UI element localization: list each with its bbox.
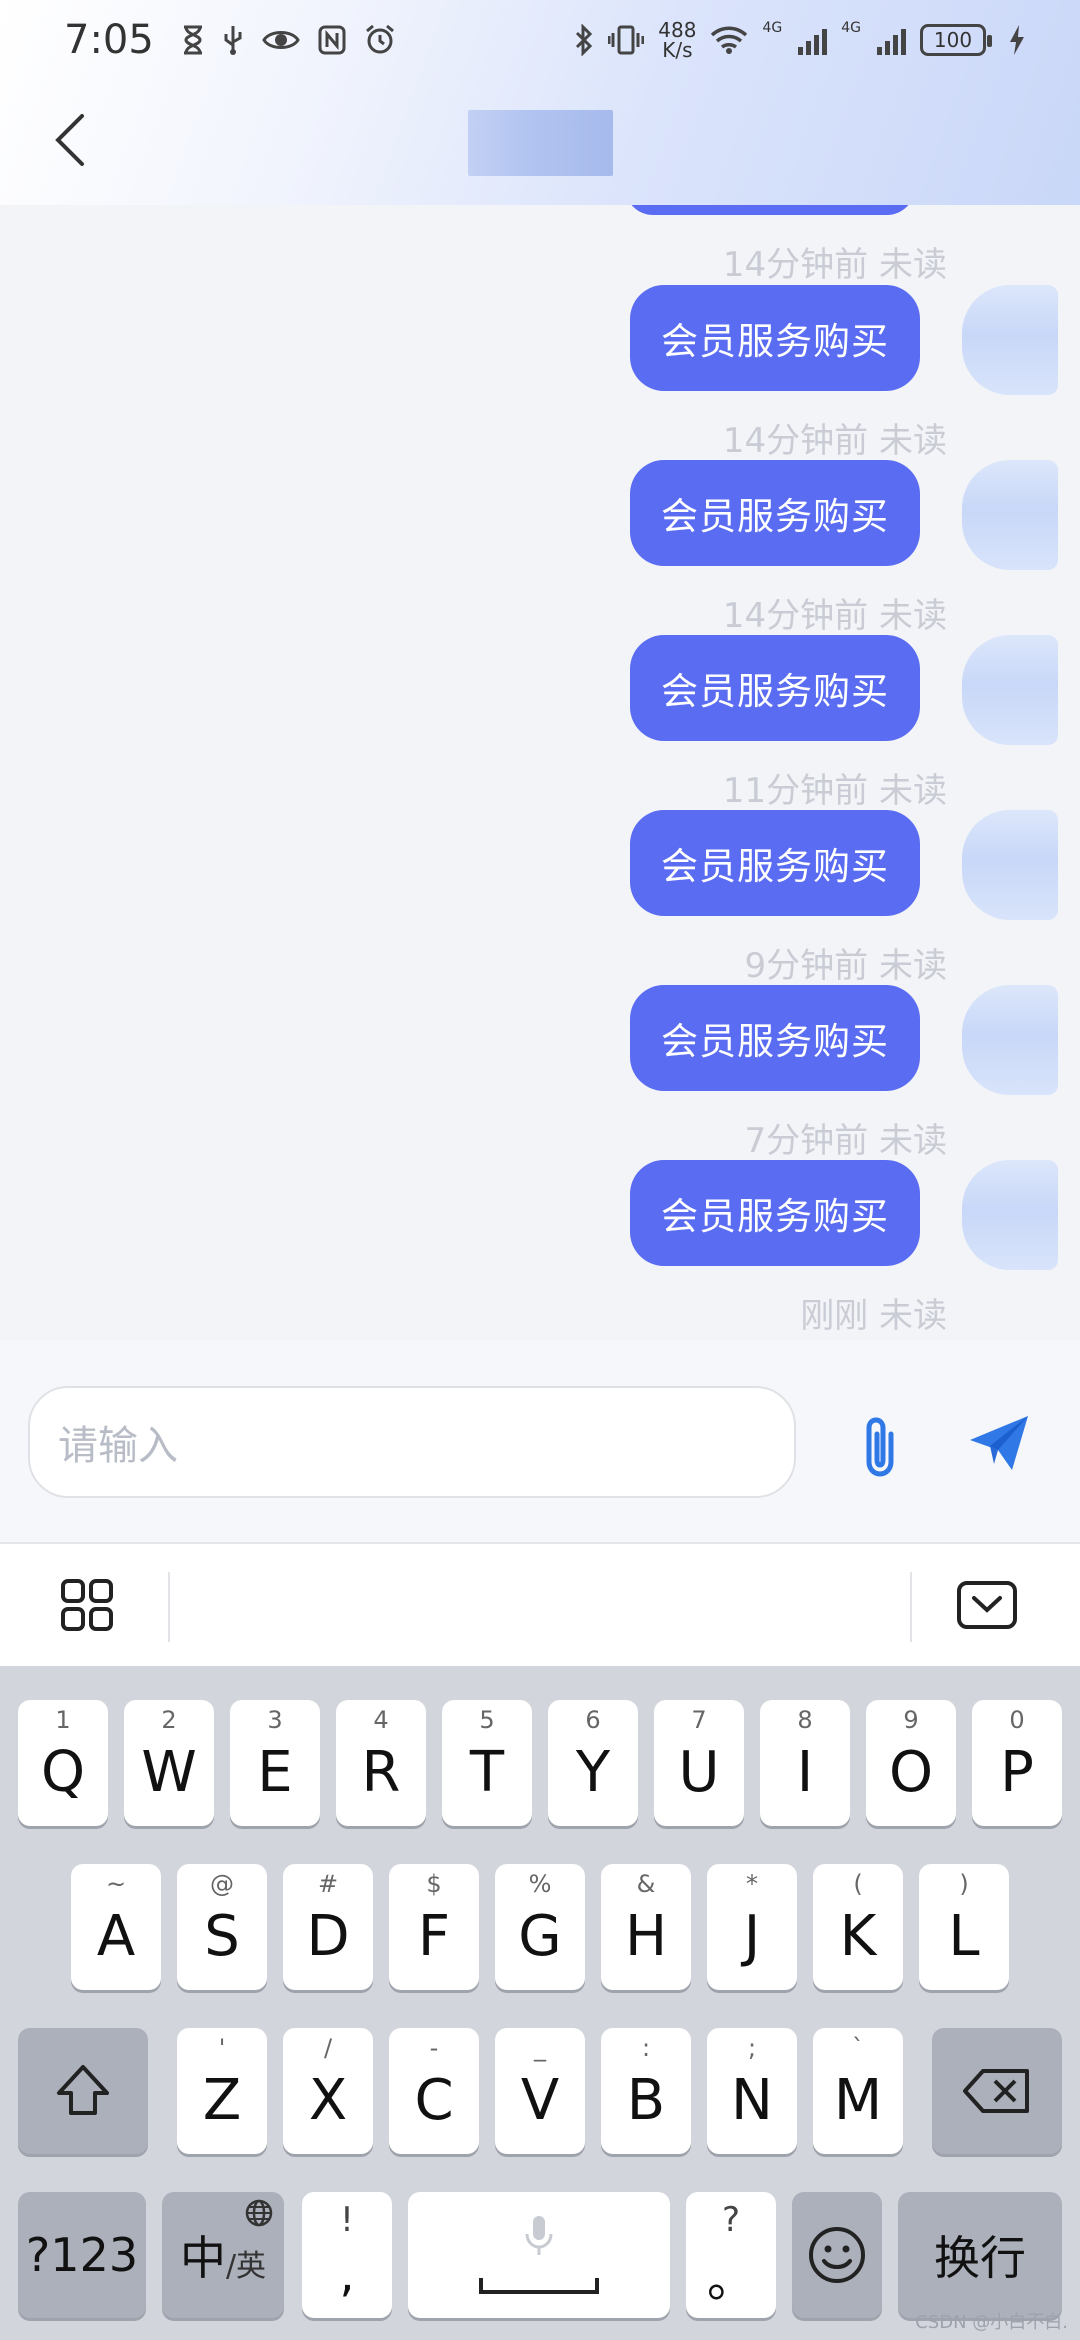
divider <box>910 1572 912 1642</box>
signal-icon <box>877 25 906 55</box>
globe-icon <box>245 2199 273 2227</box>
network-type-1: 4G <box>762 20 783 36</box>
divider <box>168 1572 170 1642</box>
message-bubble[interactable]: 会员服务购买 <box>630 285 920 391</box>
comma-key[interactable]: !, <box>302 2192 392 2318</box>
key-l[interactable]: ) L <box>919 1864 1009 1990</box>
key-t[interactable]: 5T <box>442 1700 532 1826</box>
enter-key[interactable]: 换行 <box>898 2192 1062 2318</box>
key-z[interactable]: ' Z <box>177 2028 267 2154</box>
avatar[interactable] <box>962 985 1058 1095</box>
message-bubble[interactable]: 会员服务购买 <box>630 985 920 1091</box>
key-a[interactable]: ~ A <box>71 1864 161 1990</box>
key-p[interactable]: 0P <box>972 1700 1062 1826</box>
key-u[interactable]: 7U <box>654 1700 744 1826</box>
watermark: CSDN @小白不白. <box>915 2312 1068 2333</box>
message-bubble[interactable]: 会员服务购买 <box>630 460 920 566</box>
key-f[interactable]: $ F <box>389 1864 479 1990</box>
message-status: 14分钟前 未读 <box>722 421 947 461</box>
symbols-key[interactable]: ?123 <box>18 2192 146 2318</box>
vibrate-icon <box>608 25 645 55</box>
send-icon[interactable] <box>968 1412 1030 1474</box>
key-h[interactable]: & H <box>601 1864 691 1990</box>
key-w[interactable]: 2W <box>124 1700 214 1826</box>
keyboard-toolbar <box>0 1542 1080 1666</box>
key-x[interactable]: / X <box>283 2028 373 2154</box>
key-n[interactable]: ; N <box>707 2028 797 2154</box>
key-v[interactable]: _ V <box>495 2028 585 2154</box>
signal-icon <box>798 25 828 55</box>
avatar[interactable] <box>962 635 1058 745</box>
key-o[interactable]: 9O <box>866 1700 956 1826</box>
key-k[interactable]: (K <box>813 1864 903 1990</box>
backspace-key[interactable] <box>932 2028 1062 2154</box>
message-status: 7分钟前 未读 <box>744 1121 947 1161</box>
back-button[interactable] <box>40 100 100 180</box>
message-bubble[interactable]: 会员服务购买 <box>630 1160 920 1266</box>
key-q[interactable]: 1Q <box>18 1700 108 1826</box>
message-bubble-partial[interactable] <box>625 205 915 215</box>
key-s[interactable]: @ S <box>177 1864 267 1990</box>
message-list[interactable]: 14分钟前 未读 会员服务购买 14分钟前 未读 会员服务购买 14分钟前 未读… <box>0 205 1080 1340</box>
smiley-icon <box>809 2227 865 2283</box>
paperclip-icon[interactable] <box>855 1412 905 1482</box>
message-status: 14分钟前 未读 <box>722 596 947 636</box>
hourglass-icon <box>183 25 202 55</box>
battery-icon: 100 <box>920 24 992 56</box>
page-title-redacted <box>468 110 613 176</box>
message-input-placeholder: 请输入 <box>58 1423 178 1469</box>
avatar[interactable] <box>962 1160 1058 1270</box>
avatar[interactable] <box>962 285 1058 395</box>
key-i[interactable]: 8I <box>760 1700 850 1826</box>
key-j[interactable]: * J <box>707 1864 797 1990</box>
keyboard: 1Q 2W 3E 4R 5T 6Y 7U 8I 9O 0P ~ A @ S # D $… <box>0 1666 1080 2340</box>
period-key[interactable]: ?。 <box>686 2192 776 2318</box>
key-m[interactable]: ` M <box>813 2028 903 2154</box>
clock: 7:05 <box>64 17 154 63</box>
backspace-icon <box>963 2069 1029 2113</box>
keyboard-hide-icon[interactable] <box>956 1580 1018 1630</box>
status-bar: 7:05 488 K/s 4G 4G 100 <box>0 0 1080 80</box>
network-type-2: 4G <box>841 20 861 36</box>
avatar[interactable] <box>962 810 1058 920</box>
message-bubble[interactable]: 会员服务购买 <box>630 810 920 916</box>
grid-icon[interactable] <box>60 1578 114 1632</box>
key-c[interactable]: -C <box>389 2028 479 2154</box>
nfc-icon <box>318 25 346 55</box>
space-key[interactable] <box>408 2192 670 2318</box>
key-y[interactable]: 6Y <box>548 1700 638 1826</box>
microphone-icon <box>525 2216 553 2255</box>
composer-bar: 请输入 <box>0 1340 1080 1542</box>
emoji-key[interactable] <box>792 2192 882 2318</box>
chevron-left-icon <box>55 114 84 166</box>
alarm-icon <box>365 24 394 54</box>
bluetooth-icon <box>576 24 593 56</box>
message-input[interactable]: 请输入 <box>28 1386 796 1498</box>
charging-icon <box>1010 25 1024 55</box>
avatar[interactable] <box>962 460 1058 570</box>
message-bubble[interactable]: 会员服务购买 <box>630 635 920 741</box>
message-status: 11分钟前 未读 <box>722 771 947 811</box>
wifi-icon <box>711 26 748 54</box>
message-status: 9分钟前 未读 <box>744 946 947 986</box>
language-switch-key[interactable]: 中/英 <box>162 2192 284 2318</box>
key-b[interactable]: :B <box>601 2028 691 2154</box>
message-status: 刚刚 未读 <box>800 1296 947 1336</box>
message-status: 14分钟前 未读 <box>722 245 947 285</box>
key-e[interactable]: 3E <box>230 1700 320 1826</box>
eye-icon <box>262 31 300 49</box>
shift-key[interactable] <box>18 2028 148 2154</box>
space-icon <box>479 2278 599 2294</box>
net-speed: 488 K/s <box>658 18 697 62</box>
shift-icon <box>57 2065 109 2115</box>
key-g[interactable]: % G <box>495 1864 585 1990</box>
key-r[interactable]: 4R <box>336 1700 426 1826</box>
usb-icon <box>224 26 242 55</box>
key-d[interactable]: # D <box>283 1864 373 1990</box>
